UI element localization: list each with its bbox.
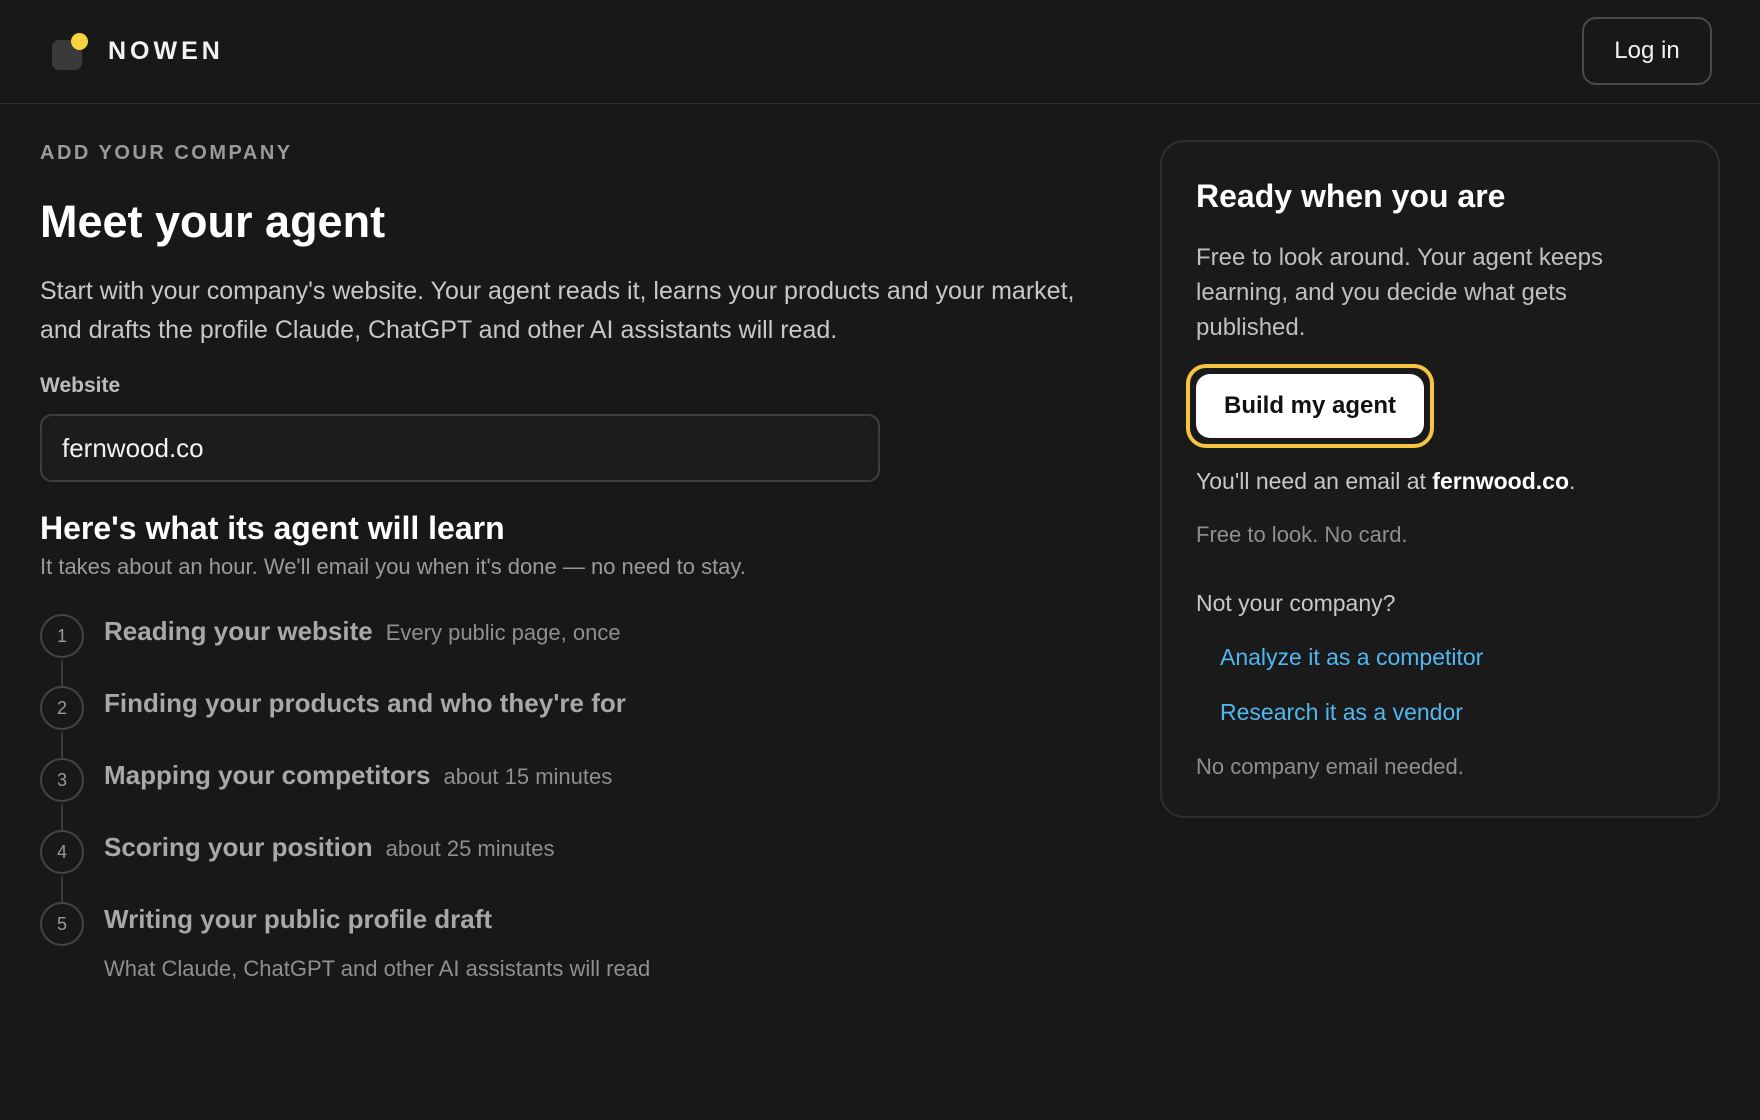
brand-logo[interactable]: NOWEN (52, 30, 224, 72)
step-number: 3 (40, 758, 84, 802)
no-email-note: No company email needed. (1196, 754, 1464, 779)
step-note: about 15 minutes (443, 764, 613, 789)
cta-card: Ready when you are Free to look around. … (1160, 140, 1720, 818)
website-label: Website (40, 374, 121, 397)
build-button-focus-ring: Build my agent (1186, 364, 1434, 448)
step-title: Writing your public profile draft (104, 904, 493, 934)
step-connector (61, 732, 63, 760)
free-note: Free to look. No card. (1196, 522, 1408, 547)
step-connector (61, 876, 63, 904)
step-number: 5 (40, 902, 84, 946)
step-title: Reading your website (104, 616, 373, 646)
step-number: 4 (40, 830, 84, 874)
brand-name: NOWEN (108, 36, 224, 65)
eyebrow-label: ADD YOUR COMPANY (40, 142, 293, 164)
build-agent-button[interactable]: Build my agent (1196, 374, 1424, 438)
card-text: Free to look around. Your agent keeps le… (1196, 244, 1603, 341)
email-prefix: You'll need an email at (1196, 468, 1433, 494)
email-requirement: You'll need an email at fernwood.co. (1196, 468, 1575, 495)
login-button[interactable]: Log in (1582, 17, 1712, 85)
step-note: Every public page, once (385, 620, 621, 645)
email-suffix: . (1569, 468, 1576, 494)
top-header: NOWEN Log in (0, 0, 1760, 104)
step-title: Scoring your position (104, 832, 373, 862)
step-connector (61, 660, 63, 688)
analyze-competitor-link[interactable]: Analyze it as a competitor (1220, 644, 1483, 671)
research-vendor-link[interactable]: Research it as a vendor (1220, 699, 1463, 726)
learn-title: Here's what its agent will learn (40, 510, 505, 546)
step-title: Mapping your competitors (104, 760, 431, 790)
step-connector (61, 804, 63, 832)
step-title: Finding your products and who they're fo… (104, 688, 626, 718)
card-title: Ready when you are (1196, 178, 1506, 214)
email-domain: fernwood.co (1432, 468, 1570, 494)
page-title: Meet your agent (40, 196, 386, 247)
step-note: about 25 minutes (385, 836, 555, 861)
logo-icon (52, 30, 88, 72)
website-input[interactable] (40, 414, 880, 482)
not-company-label: Not your company? (1196, 590, 1396, 616)
intro-text: Start with your company's website. Your … (40, 277, 1075, 344)
step-number: 2 (40, 686, 84, 730)
step-number: 1 (40, 614, 84, 658)
step-subnote: What Claude, ChatGPT and other AI assist… (104, 956, 651, 981)
learn-subtitle: It takes about an hour. We'll email you … (40, 554, 746, 579)
